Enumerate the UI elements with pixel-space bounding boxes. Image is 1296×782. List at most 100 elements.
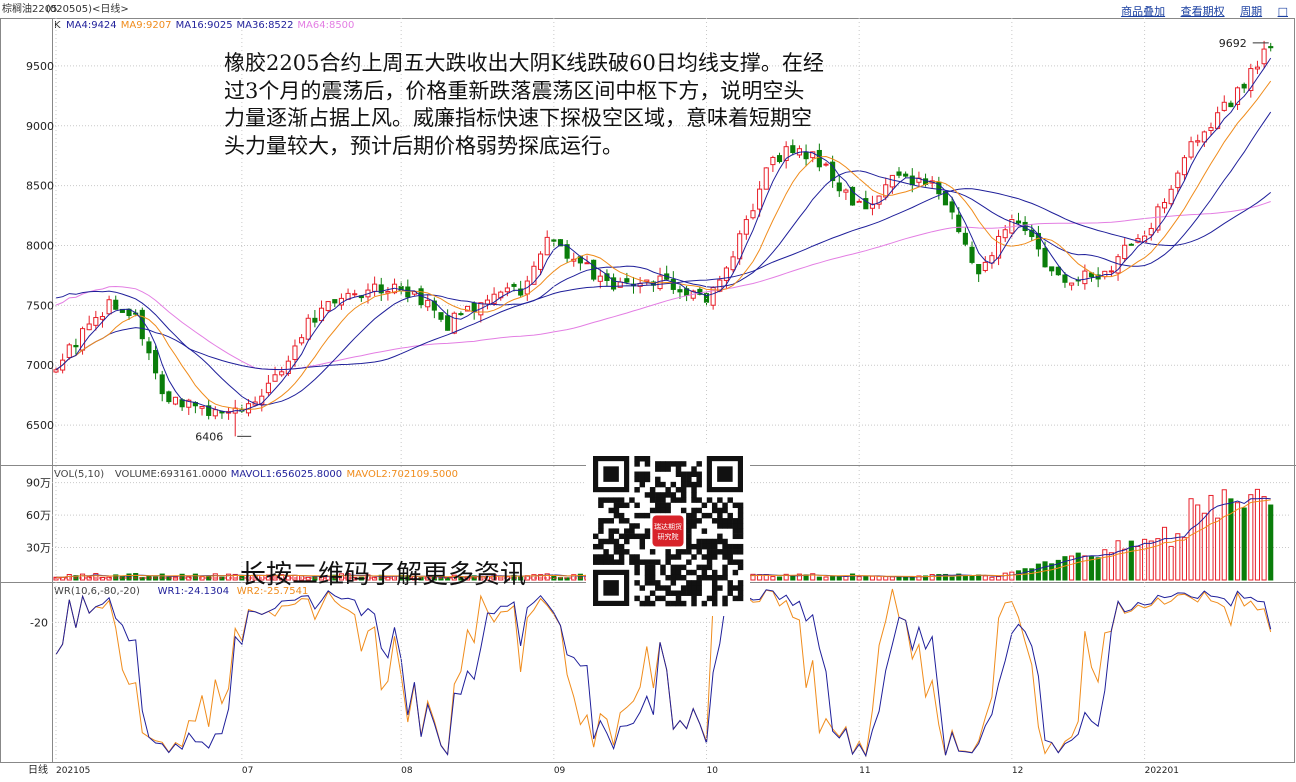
volume-bar (1062, 556, 1068, 581)
candle-body (265, 382, 271, 394)
qr-module (644, 574, 651, 581)
candle-body (969, 246, 975, 263)
ma-label-4: MA64:8500 (297, 20, 354, 31)
qr-module (717, 497, 723, 503)
qr-module (737, 528, 744, 534)
candle-body (73, 344, 79, 348)
period-icon[interactable]: □ (1278, 5, 1288, 18)
view-options-link[interactable]: 查看期权 (1181, 5, 1225, 18)
volume-bar (863, 575, 869, 581)
qr-module (722, 543, 728, 550)
candle-body (757, 188, 763, 210)
candle-body (1102, 270, 1108, 278)
qr-module (639, 600, 646, 607)
qr-module (706, 554, 713, 560)
qr-module (680, 600, 687, 607)
volume-bar (159, 573, 165, 581)
qr-module (711, 569, 718, 576)
volume-bar (1215, 517, 1221, 581)
ma-label-1: MA9:9207 (121, 20, 172, 31)
qr-module (691, 481, 697, 488)
vol-label-3: MAVOL2:702109.5000 (347, 469, 458, 480)
qr-module (717, 507, 723, 514)
qr-module (660, 461, 666, 467)
qr-module (655, 481, 661, 488)
qr-module (686, 590, 692, 596)
qr-module (686, 559, 692, 565)
volume-bar (836, 575, 842, 581)
x-axis-period-label: 日线 (28, 763, 48, 776)
qr-module (629, 497, 635, 503)
candle-body (544, 236, 550, 256)
period-link[interactable]: 周期 (1240, 5, 1262, 18)
qr-module (737, 502, 744, 509)
candle-body (504, 287, 510, 293)
qr-module (706, 559, 713, 565)
qr-module (737, 580, 744, 586)
qr-module (634, 487, 640, 493)
qr-module (644, 564, 651, 571)
price-tick-label: 6500 (26, 419, 54, 432)
price-tick-label: 7500 (26, 299, 54, 312)
qr-module (618, 502, 625, 509)
qr-module (649, 492, 656, 498)
qr-module (706, 543, 713, 550)
qr-module (603, 538, 609, 545)
qr-module (696, 461, 702, 467)
qr-code-image: 瑞达期货研究院 (593, 456, 744, 607)
qr-module (634, 564, 640, 571)
qr-module (649, 549, 656, 555)
qr-module (675, 595, 682, 602)
low-marker-label: 6406 (195, 430, 223, 443)
qr-module (680, 585, 687, 591)
candle-body (1188, 141, 1194, 158)
qr-module (737, 590, 744, 596)
qr-module (598, 554, 604, 560)
qr-module (680, 590, 687, 596)
analysis-annotation: 橡胶2205合约上周五大跌收出大阴K线跌破60日均线支撑。在经过3个月的震荡后，… (224, 51, 824, 158)
candle-body (949, 201, 955, 213)
qr-module (644, 492, 651, 498)
candle-body (431, 300, 437, 311)
qr-module (732, 518, 739, 524)
volume-bar (982, 575, 988, 581)
price-tick-label: 8000 (26, 239, 54, 252)
qr-module (593, 554, 599, 560)
qr-module (737, 543, 744, 550)
ma64-line (55, 201, 1271, 371)
qr-module (598, 497, 604, 503)
qr-module (670, 492, 677, 498)
qr-module (675, 497, 682, 503)
qr-module (732, 533, 739, 540)
qr-module (680, 574, 687, 581)
qr-module (598, 543, 604, 550)
qr-module (680, 507, 687, 514)
qr-module (722, 523, 728, 529)
volume-bar (830, 575, 836, 581)
qr-module (665, 559, 671, 565)
qr-module (639, 585, 646, 591)
candle-body (896, 171, 902, 176)
candle-body (445, 315, 451, 331)
qr-module (624, 528, 630, 534)
qr-module (737, 533, 744, 540)
overlay-commodity-link[interactable]: 商品叠加 (1121, 5, 1165, 18)
qr-module (701, 512, 708, 519)
qr-module (701, 554, 708, 560)
candle-body (1168, 188, 1174, 205)
qr-module (717, 523, 723, 529)
qr-module (696, 585, 702, 591)
qr-module (618, 549, 625, 555)
qr-module (660, 569, 666, 576)
qr-module (644, 600, 651, 607)
candle-body (1069, 282, 1075, 286)
qr-module (727, 523, 733, 529)
qr-module (655, 507, 661, 514)
qr-module (644, 533, 651, 540)
candle-body (212, 409, 218, 417)
vol-label-0: VOL(5,10) (54, 469, 104, 480)
qr-module (644, 471, 651, 477)
qr-module (696, 549, 702, 555)
qr-module (675, 461, 682, 467)
vol-label-1: VOLUME:693161.0000 (115, 469, 227, 480)
